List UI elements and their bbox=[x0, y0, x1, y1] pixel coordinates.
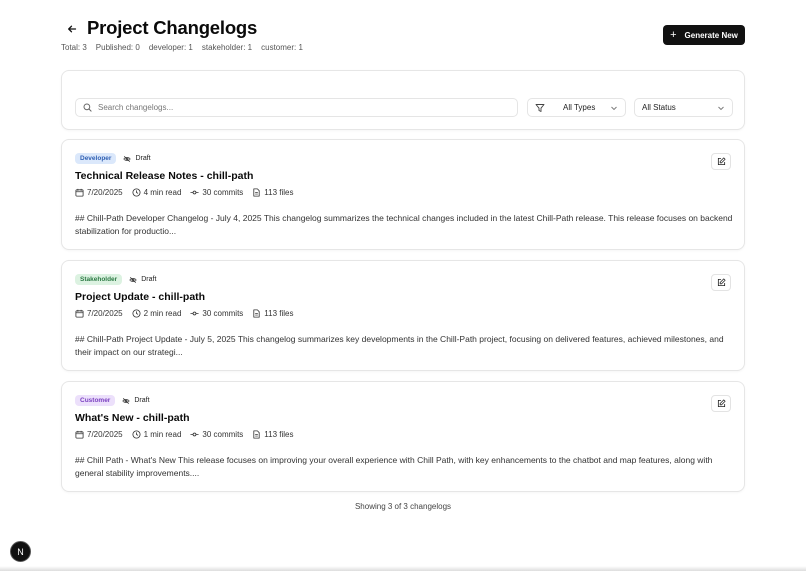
card-badges: Customer Draft bbox=[75, 395, 150, 406]
meta-read-time: 1 min read bbox=[132, 430, 182, 439]
files-text: 113 files bbox=[264, 309, 294, 318]
commits-text: 30 commits bbox=[202, 309, 244, 318]
meta-commits: 30 commits bbox=[190, 430, 243, 439]
search-input[interactable] bbox=[98, 103, 498, 112]
changelog-title[interactable]: Technical Release Notes - chill-path bbox=[75, 170, 253, 182]
eye-off-icon bbox=[129, 276, 137, 283]
chevron-down-icon bbox=[718, 106, 724, 111]
commits-text: 30 commits bbox=[202, 430, 244, 439]
meta-date: 7/20/2025 bbox=[75, 188, 123, 197]
card-badges: Developer Draft bbox=[75, 153, 151, 164]
meta-date: 7/20/2025 bbox=[75, 430, 123, 439]
stat-published: Published: 0 bbox=[95, 43, 140, 52]
changelog-stats: Total: 3 Published: 0 developer: 1 stake… bbox=[61, 43, 303, 52]
card-badges: Stakeholder Draft bbox=[75, 274, 156, 285]
nextjs-dev-badge[interactable]: N bbox=[10, 541, 31, 562]
changelog-excerpt: ## Chill Path - What's New This release … bbox=[75, 455, 713, 478]
changelog-title[interactable]: Project Update - chill-path bbox=[75, 291, 205, 303]
changelog-meta: 7/20/2025 4 min read 30 commits 113 file… bbox=[75, 188, 294, 197]
nextjs-logo-icon: N bbox=[17, 546, 24, 557]
edit-icon bbox=[717, 399, 726, 408]
date-text: 7/20/2025 bbox=[87, 188, 123, 197]
type-badge: Stakeholder bbox=[75, 274, 123, 285]
calendar-icon bbox=[75, 309, 84, 318]
search-box[interactable] bbox=[75, 98, 518, 117]
status-badge: Draft bbox=[122, 397, 150, 405]
eye-off-icon bbox=[123, 155, 132, 162]
meta-files: 113 files bbox=[252, 430, 294, 439]
changelog-excerpt: ## Chill-Path Project Update - July 5, 2… bbox=[75, 334, 724, 357]
clock-icon bbox=[132, 309, 141, 318]
eye-off-icon bbox=[122, 397, 130, 404]
filter-icon bbox=[535, 104, 545, 112]
files-text: 113 files bbox=[264, 430, 294, 439]
changelog-card[interactable]: Developer Draft Technical Release Notes … bbox=[61, 139, 745, 250]
git-commit-icon bbox=[190, 432, 199, 437]
plus-icon: + bbox=[670, 28, 677, 41]
generate-new-button[interactable]: + Generate New bbox=[663, 25, 745, 45]
git-commit-icon bbox=[190, 190, 199, 195]
stat-customer: customer: 1 bbox=[261, 43, 303, 52]
git-commit-icon bbox=[190, 311, 199, 316]
file-icon bbox=[253, 188, 260, 197]
edit-button[interactable] bbox=[711, 274, 731, 291]
page-header: Project Changelogs Total: 3 Published: 0… bbox=[61, 16, 745, 56]
read-time-text: 2 min read bbox=[143, 309, 182, 318]
status-label: Draft bbox=[135, 155, 151, 162]
clock-icon bbox=[132, 430, 141, 439]
status-badge: Draft bbox=[123, 155, 151, 163]
status-filter-select[interactable]: All Status bbox=[634, 98, 733, 117]
type-filter-value: All Types bbox=[563, 103, 596, 112]
meta-files: 113 files bbox=[252, 188, 294, 197]
date-text: 7/20/2025 bbox=[87, 309, 123, 318]
changelog-card[interactable]: Stakeholder Draft Project Update - chill… bbox=[61, 260, 745, 371]
meta-commits: 30 commits bbox=[190, 309, 243, 318]
search-icon bbox=[83, 103, 92, 112]
arrow-left-icon bbox=[68, 25, 77, 33]
read-time-text: 4 min read bbox=[143, 188, 182, 197]
status-filter-value: All Status bbox=[642, 103, 676, 112]
type-badge: Customer bbox=[75, 395, 116, 406]
chevron-down-icon bbox=[611, 106, 617, 111]
changelog-meta: 7/20/2025 2 min read 30 commits 113 file… bbox=[75, 309, 294, 318]
edit-button[interactable] bbox=[711, 153, 731, 170]
bottom-edge bbox=[0, 566, 806, 571]
generate-new-label: Generate New bbox=[684, 30, 738, 40]
file-icon bbox=[253, 430, 260, 439]
changelog-title[interactable]: What's New - chill-path bbox=[75, 412, 190, 424]
filter-bar: All Types All Status bbox=[61, 70, 745, 130]
stat-stakeholder: stakeholder: 1 bbox=[201, 43, 253, 52]
type-badge: Developer bbox=[75, 153, 117, 164]
edit-icon bbox=[717, 157, 726, 166]
meta-commits: 30 commits bbox=[190, 188, 243, 197]
status-badge: Draft bbox=[129, 276, 156, 284]
status-label: Draft bbox=[141, 276, 157, 283]
commits-text: 30 commits bbox=[202, 188, 244, 197]
back-button[interactable] bbox=[64, 21, 80, 37]
calendar-icon bbox=[75, 430, 84, 439]
edit-icon bbox=[717, 278, 726, 287]
changelog-card[interactable]: Customer Draft What's New - chill-path 7… bbox=[61, 381, 745, 492]
meta-read-time: 2 min read bbox=[132, 309, 182, 318]
changelog-excerpt: ## Chill-Path Developer Changelog - July… bbox=[75, 213, 733, 236]
status-label: Draft bbox=[134, 397, 150, 404]
read-time-text: 1 min read bbox=[143, 430, 182, 439]
date-text: 7/20/2025 bbox=[87, 430, 123, 439]
stat-developer: developer: 1 bbox=[148, 43, 193, 52]
calendar-icon bbox=[75, 188, 84, 197]
meta-read-time: 4 min read bbox=[132, 188, 182, 197]
edit-button[interactable] bbox=[711, 395, 731, 412]
changelog-meta: 7/20/2025 1 min read 30 commits 113 file… bbox=[75, 430, 294, 439]
file-icon bbox=[253, 309, 260, 318]
clock-icon bbox=[132, 188, 141, 197]
stat-total: Total: 3 bbox=[61, 43, 87, 52]
files-text: 113 files bbox=[264, 188, 294, 197]
page-title: Project Changelogs bbox=[87, 17, 258, 38]
meta-files: 113 files bbox=[252, 309, 294, 318]
type-filter-select[interactable]: All Types bbox=[527, 98, 626, 117]
meta-date: 7/20/2025 bbox=[75, 309, 123, 318]
showing-count: Showing 3 of 3 changelogs bbox=[354, 502, 452, 511]
